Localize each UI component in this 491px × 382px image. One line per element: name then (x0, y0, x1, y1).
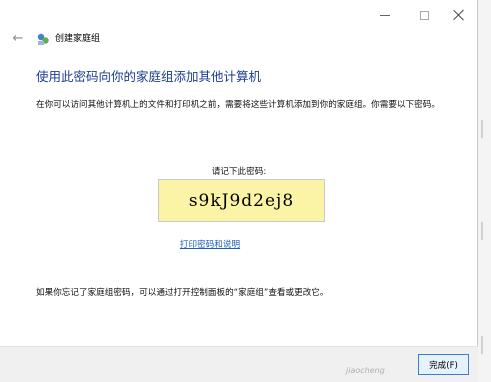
forgot-password-note: 如果你忘记了家庭组密码，可以通过打开控制面板的“家庭组”查看或更改它。 (36, 288, 329, 298)
edge-marker (481, 120, 483, 138)
instruction-text: 在你可以访问其他计算机上的文件和打印机之前，需要将这些计算机添加到你的家庭组。你… (36, 100, 440, 110)
edge-marker (481, 222, 483, 240)
watermark-text: jiaocheng (346, 366, 385, 375)
minimize-icon (380, 14, 390, 16)
close-button[interactable] (444, 4, 474, 26)
edge-marker (481, 336, 483, 354)
password-display: s9kJ9d2ej8 (158, 179, 325, 222)
homegroup-wizard-window: ← 创建家庭组 使用此密码向你的家庭组添加其他计算机 在你可以访问其他计算机上的… (0, 0, 478, 382)
right-edge-strip (478, 0, 491, 382)
back-button[interactable]: ← (10, 31, 26, 47)
print-password-link[interactable]: 打印密码和说明 (0, 238, 420, 250)
password-label: 请记下此密码: (211, 167, 267, 177)
maximize-button[interactable] (409, 4, 439, 26)
maximize-icon (419, 10, 429, 20)
page-heading: 使用此密码向你的家庭组添加其他计算机 (36, 69, 262, 84)
back-arrow-icon: ← (12, 31, 24, 46)
homegroup-icon (37, 33, 49, 45)
wizard-footer (0, 346, 478, 382)
close-icon (453, 9, 465, 21)
window-title: 创建家庭组 (55, 34, 101, 44)
finish-button[interactable]: 完成(F) (418, 354, 469, 375)
minimize-button[interactable] (370, 4, 400, 26)
